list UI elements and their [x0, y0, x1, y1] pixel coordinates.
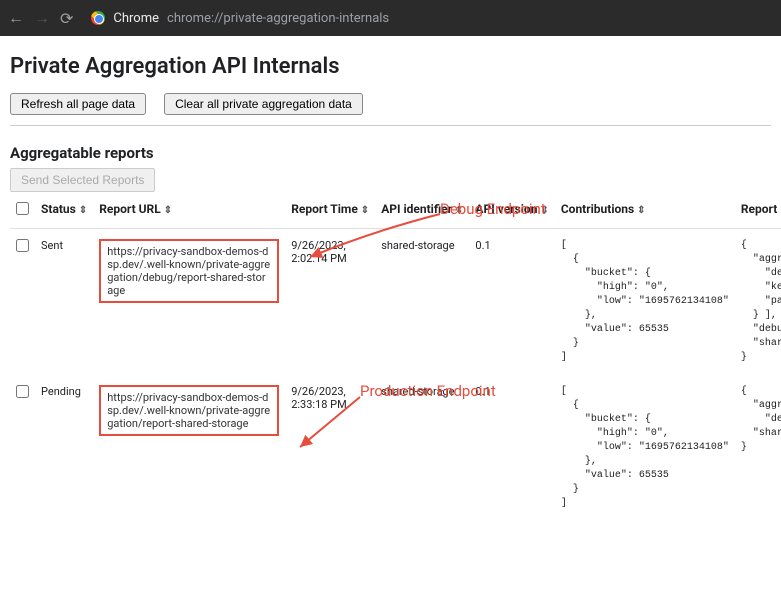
cell-body: { "aggregatic "debug_c "key_id" "payloac… — [741, 239, 781, 365]
refresh-button[interactable]: Refresh all page data — [10, 93, 146, 115]
col-time[interactable]: Report Time ⇕ — [285, 192, 375, 229]
table-row: Sent https://privacy-sandbox-demos-dsp.d… — [10, 229, 781, 376]
cell-api-id: shared-storage — [375, 375, 469, 521]
cell-contrib: [ { "bucket": { "high": "0", "low": "169… — [561, 239, 729, 365]
cell-api-id: shared-storage — [375, 229, 469, 376]
col-url[interactable]: Report URL ⇕ — [93, 192, 285, 229]
chrome-icon — [91, 11, 105, 25]
row-checkbox[interactable] — [16, 239, 29, 252]
cell-url: https://privacy-sandbox-demos-dsp.dev/.w… — [99, 239, 279, 303]
row-checkbox[interactable] — [16, 385, 29, 398]
cell-contrib: [ { "bucket": { "high": "0", "low": "169… — [561, 385, 729, 511]
action-buttons: Refresh all page data Clear all private … — [10, 93, 771, 115]
section-title: Aggregatable reports — [10, 144, 771, 162]
cell-time: 9/26/2023, 2:02:14 PM — [285, 229, 375, 376]
divider — [10, 125, 771, 126]
send-selected-button[interactable]: Send Selected Reports — [10, 168, 155, 192]
cell-body: { "aggregatic "debug_key" "shared_inf } — [741, 385, 781, 455]
col-api-ver[interactable]: API version ⇕ — [469, 192, 554, 229]
col-api-id[interactable]: API identifier ⇕ — [375, 192, 469, 229]
url-text: chrome://private-aggregation-internals — [167, 11, 389, 26]
url-bar[interactable]: Chrome chrome://private-aggregation-inte… — [91, 11, 389, 26]
back-icon[interactable]: ← — [8, 8, 24, 28]
col-status[interactable]: Status ⇕ — [35, 192, 93, 229]
cell-url: https://privacy-sandbox-demos-dsp.dev/.w… — [99, 385, 279, 436]
url-scheme: Chrome — [113, 11, 159, 26]
forward-icon[interactable]: → — [34, 8, 50, 28]
reports-table: Status ⇕ Report URL ⇕ Report Time ⇕ API … — [10, 192, 781, 521]
cell-api-ver: 0.1 — [469, 375, 554, 521]
page-title: Private Aggregation API Internals — [10, 54, 771, 79]
cell-status: Sent — [35, 229, 93, 376]
table-wrap: Status ⇕ Report URL ⇕ Report Time ⇕ API … — [10, 192, 771, 521]
reload-icon[interactable]: ⟳ — [60, 9, 73, 28]
cell-time: 9/26/2023, 2:33:18 PM — [285, 375, 375, 521]
cell-status: Pending — [35, 375, 93, 521]
browser-toolbar: ← → ⟳ Chrome chrome://private-aggregatio… — [0, 0, 781, 36]
page-content: Private Aggregation API Internals Refres… — [0, 36, 781, 531]
select-all-checkbox[interactable] — [16, 202, 29, 215]
col-contrib[interactable]: Contributions ⇕ — [555, 192, 735, 229]
table-row: Pending https://privacy-sandbox-demos-ds… — [10, 375, 781, 521]
col-body[interactable]: Report Body ⇕ — [735, 192, 781, 229]
clear-button[interactable]: Clear all private aggregation data — [164, 93, 363, 115]
cell-api-ver: 0.1 — [469, 229, 554, 376]
